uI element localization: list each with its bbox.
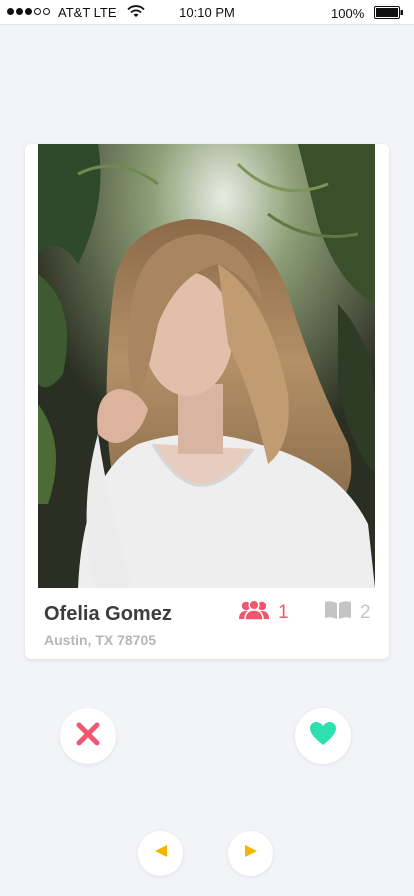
battery-icon	[374, 6, 403, 19]
status-bar: AT&T LTE 10:10 PM 100%	[0, 0, 414, 25]
interests-count: 2	[360, 602, 371, 623]
interests-stat[interactable]: 2	[324, 600, 371, 626]
previous-button[interactable]	[138, 831, 183, 876]
mutual-friends-count: 1	[278, 602, 289, 623]
book-icon	[324, 600, 352, 626]
mutual-friends-stat[interactable]: 1	[238, 599, 289, 626]
battery-percentage: 100%	[331, 6, 365, 21]
close-icon	[76, 722, 100, 751]
arrow-right-icon	[244, 844, 258, 863]
dislike-button[interactable]	[60, 708, 116, 764]
arrow-left-icon	[154, 844, 168, 863]
like-button[interactable]	[295, 708, 351, 764]
heart-icon	[309, 721, 337, 751]
profile-name: Ofelia Gomez	[44, 603, 172, 625]
profile-card[interactable]: Ofelia Gomez Austin, TX 78705 1 2	[25, 144, 389, 659]
profile-location: Austin, TX 78705	[44, 632, 157, 648]
next-button[interactable]	[228, 831, 273, 876]
users-icon	[238, 599, 270, 626]
profile-photo	[38, 144, 375, 588]
